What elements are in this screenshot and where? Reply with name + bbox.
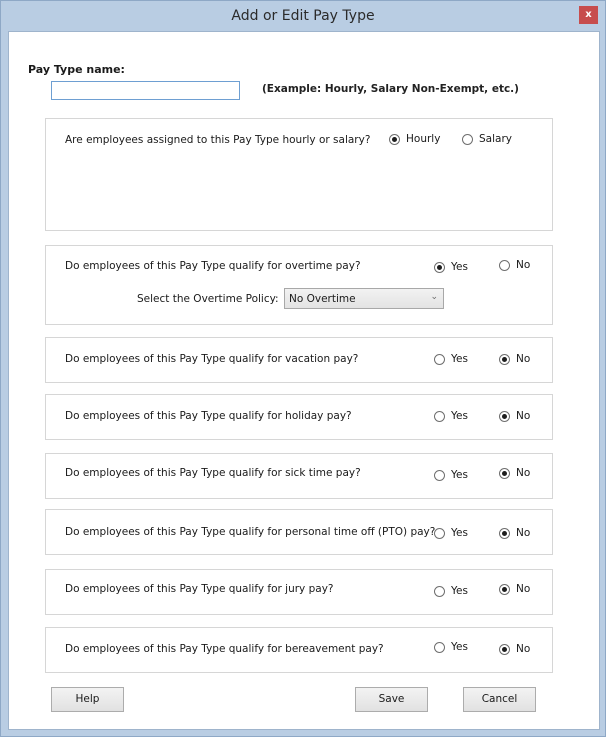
radio-sick-no[interactable]: No [499, 467, 530, 479]
radio-holiday-yes[interactable]: Yes [434, 410, 468, 422]
radio-salary[interactable]: Salary [462, 133, 512, 145]
radio-vacation-yes[interactable]: Yes [434, 353, 468, 365]
radio-hourly[interactable]: Hourly [389, 133, 440, 145]
radio-unselected-icon [434, 527, 445, 539]
radio-bereavement-no[interactable]: No [499, 643, 530, 655]
radio-unselected-icon [434, 585, 445, 597]
radio-overtime-yes[interactable]: Yes [434, 261, 468, 273]
pay-type-name-input[interactable] [51, 81, 240, 100]
overtime-policy-value: No Overtime [289, 293, 356, 305]
dialog-content: Pay Type name: (Example: Hourly, Salary … [8, 31, 600, 730]
radio-selected-icon [499, 353, 510, 365]
vacation-question: Do employees of this Pay Type qualify fo… [65, 353, 359, 365]
radio-pto-no[interactable]: No [499, 527, 530, 539]
dialog-window: Add or Edit Pay Type x Pay Type name: (E… [0, 0, 606, 737]
radio-pto-yes[interactable]: Yes [434, 527, 468, 539]
radio-unselected-icon [462, 133, 473, 145]
bereavement-panel: Do employees of this Pay Type qualify fo… [45, 627, 553, 673]
pay-type-name-example: (Example: Hourly, Salary Non-Exempt, etc… [262, 83, 519, 95]
vacation-panel: Do employees of this Pay Type qualify fo… [45, 337, 553, 383]
cancel-button[interactable]: Cancel [463, 687, 536, 712]
radio-overtime-no[interactable]: No [499, 259, 530, 271]
jury-question: Do employees of this Pay Type qualify fo… [65, 583, 334, 595]
close-button[interactable]: x [579, 6, 598, 24]
overtime-policy-label: Select the Overtime Policy: [137, 293, 279, 305]
radio-jury-no[interactable]: No [499, 583, 530, 595]
radio-holiday-no[interactable]: No [499, 410, 530, 422]
radio-unselected-icon [434, 410, 445, 422]
sick-panel: Do employees of this Pay Type qualify fo… [45, 453, 553, 499]
radio-sick-yes[interactable]: Yes [434, 469, 468, 481]
pay-type-name-label: Pay Type name: [28, 63, 125, 76]
holiday-panel: Do employees of this Pay Type qualify fo… [45, 394, 553, 440]
bereavement-question: Do employees of this Pay Type qualify fo… [65, 643, 384, 655]
radio-selected-icon [499, 467, 510, 479]
title-bar[interactable]: Add or Edit Pay Type x [1, 1, 605, 32]
overtime-panel: Do employees of this Pay Type qualify fo… [45, 245, 553, 325]
radio-unselected-icon [434, 353, 445, 365]
pto-panel: Do employees of this Pay Type qualify fo… [45, 509, 553, 555]
help-button[interactable]: Help [51, 687, 124, 712]
window-title: Add or Edit Pay Type [231, 8, 375, 24]
radio-vacation-no[interactable]: No [499, 353, 530, 365]
holiday-question: Do employees of this Pay Type qualify fo… [65, 410, 352, 422]
hourly-salary-question: Are employees assigned to this Pay Type … [65, 134, 371, 146]
chevron-down-icon: ⌄ [430, 292, 438, 302]
hourly-salary-panel: Are employees assigned to this Pay Type … [45, 118, 553, 231]
radio-selected-icon [389, 133, 400, 145]
radio-selected-icon [499, 527, 510, 539]
jury-panel: Do employees of this Pay Type qualify fo… [45, 569, 553, 615]
close-icon: x [585, 9, 592, 20]
save-button[interactable]: Save [355, 687, 428, 712]
radio-unselected-icon [434, 641, 445, 653]
radio-jury-yes[interactable]: Yes [434, 585, 468, 597]
radio-selected-icon [499, 583, 510, 595]
overtime-policy-select[interactable]: No Overtime ⌄ [284, 288, 444, 309]
radio-selected-icon [434, 261, 445, 273]
radio-unselected-icon [434, 469, 445, 481]
radio-selected-icon [499, 410, 510, 422]
radio-selected-icon [499, 643, 510, 655]
radio-bereavement-yes[interactable]: Yes [434, 641, 468, 653]
sick-question: Do employees of this Pay Type qualify fo… [65, 467, 361, 479]
overtime-question: Do employees of this Pay Type qualify fo… [65, 260, 361, 272]
pto-question: Do employees of this Pay Type qualify fo… [65, 526, 436, 538]
radio-unselected-icon [499, 259, 510, 271]
